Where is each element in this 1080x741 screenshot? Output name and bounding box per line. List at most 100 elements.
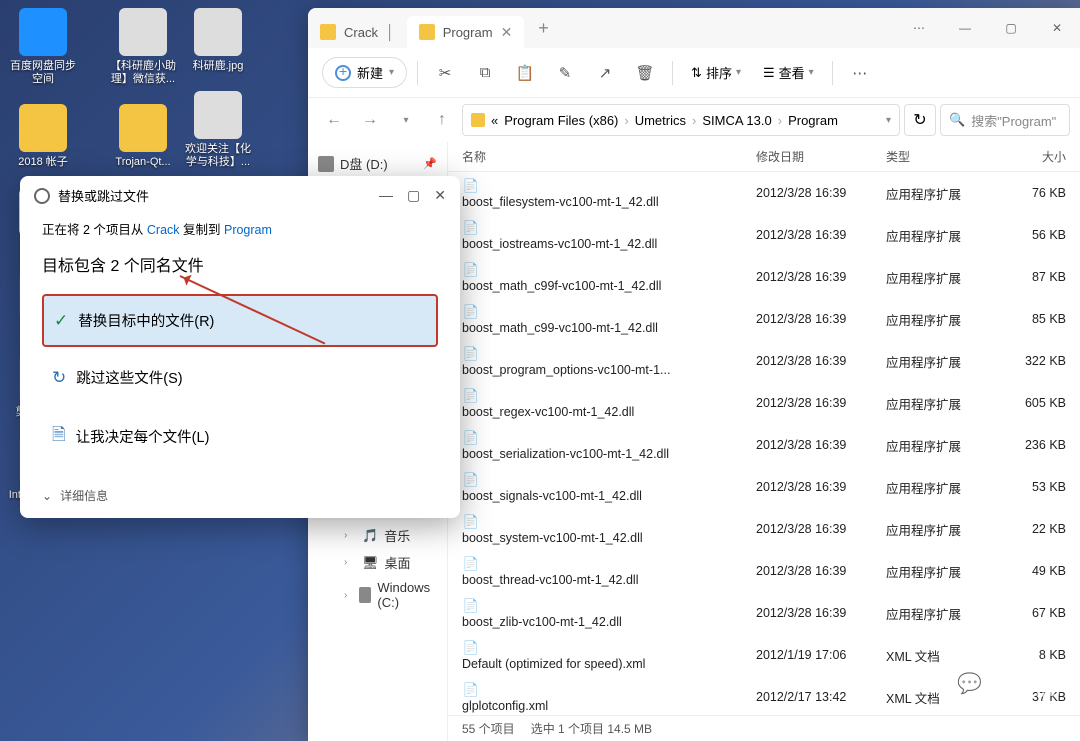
close-icon[interactable]: │ — [386, 24, 395, 40]
sidebar-item-winc[interactable]: ›Windows (C:) — [308, 576, 447, 614]
file-row[interactable]: 📄boost_serialization-vc100-mt-1_42.dll20… — [448, 424, 1080, 466]
chevron-down-icon[interactable]: ▾ — [886, 115, 891, 126]
sort-label: 排序 — [706, 63, 732, 82]
dialog-title: 替换或跳过文件 — [58, 186, 149, 205]
option-skip[interactable]: ↻ 跳过这些文件(S) — [42, 353, 438, 402]
desktop-icon[interactable]: 2018 帐子 — [8, 104, 78, 169]
col-type[interactable]: 类型 — [886, 148, 986, 165]
desktop-icon[interactable]: 科研鹿.jpg — [183, 8, 253, 73]
breadcrumb[interactable]: « Program Files (x86) › Umetrics › SIMCA… — [462, 104, 900, 136]
status-bar: 55 个项目 选中 1 个项目 14.5 MB — [448, 715, 1080, 741]
option-label: 替换目标中的文件(R) — [78, 310, 214, 331]
chevron-down-icon[interactable]: ▾ — [390, 104, 422, 136]
view-dropdown[interactable]: ☰ 查看 ▾ — [755, 59, 822, 86]
close-button[interactable]: ✕ — [434, 187, 446, 204]
bc-part[interactable]: Umetrics — [635, 113, 686, 128]
desktop-icon[interactable]: 欢迎关注【化学与科技】... — [183, 91, 253, 169]
sidebar-item-desktop[interactable]: ›🖥桌面 — [308, 549, 447, 576]
bc-part[interactable]: SIMCA 13.0 — [702, 113, 771, 128]
file-row[interactable]: 📄boost_regex-vc100-mt-1_42.dll2012/3/28 … — [448, 382, 1080, 424]
file-row[interactable]: 📄Default (optimized for speed).xml2012/1… — [448, 634, 1080, 676]
file-row[interactable]: 📄glplotconfig.xml2012/2/17 13:42XML 文档37… — [448, 676, 1080, 715]
col-date[interactable]: 修改日期 — [756, 148, 886, 165]
plus-icon — [335, 65, 351, 81]
tab-crack[interactable]: Crack │ — [308, 16, 407, 48]
minimize-button[interactable]: — — [379, 187, 393, 204]
file-row[interactable]: 📄boost_filesystem-vc100-mt-1_42.dll2012/… — [448, 172, 1080, 214]
bc-part[interactable]: Program Files (x86) — [504, 113, 618, 128]
status-items: 55 个项目 — [462, 720, 515, 737]
file-row[interactable]: 📄boost_thread-vc100-mt-1_42.dll2012/3/28… — [448, 550, 1080, 592]
file-row[interactable]: 📄boost_signals-vc100-mt-1_42.dll2012/3/2… — [448, 466, 1080, 508]
detail-label: 详细信息 — [60, 487, 108, 504]
back-button[interactable]: ← — [318, 104, 350, 136]
delete-button[interactable]: 🗑 — [628, 56, 662, 90]
tab-label: Crack — [344, 25, 378, 40]
file-row[interactable]: 📄boost_system-vc100-mt-1_42.dll2012/3/28… — [448, 508, 1080, 550]
toolbar: 新建 ▾ ✂ ⧉ 📋 ✎ ↗ 🗑 ⇅ 排序 ▾ ☰ 查看 ▾ ⋯ — [308, 48, 1080, 98]
search-input[interactable]: 🔍 搜索"Program" — [940, 104, 1070, 136]
refresh-button[interactable]: ↻ — [904, 104, 936, 136]
desktop-col3: 科研鹿.jpg 欢迎关注【化学与科技】... — [175, 0, 261, 196]
disk-icon — [359, 587, 371, 603]
search-placeholder: 搜索"Program" — [971, 111, 1056, 130]
pin-icon: 📌 — [423, 157, 437, 170]
new-tab-button[interactable]: + — [530, 18, 557, 39]
more-button[interactable]: ⋯ — [843, 56, 877, 90]
rename-button[interactable]: ✎ — [548, 56, 582, 90]
folder-icon — [471, 113, 485, 127]
copy-button[interactable]: ⧉ — [468, 56, 502, 90]
file-icon: 📄 — [462, 471, 480, 489]
close-icon[interactable]: ✕ — [501, 24, 513, 41]
file-pane: 名称 修改日期 类型 大小 📄boost_filesystem-vc100-mt… — [448, 142, 1080, 741]
file-icon: 📄 — [462, 261, 480, 279]
skip-icon: ↻ — [52, 368, 66, 388]
detail-toggle[interactable]: ⌄ 详细信息 — [20, 475, 460, 504]
navbar: ← → ▾ ↑ « Program Files (x86) › Umetrics… — [308, 98, 1080, 142]
minimize-button[interactable]: — — [942, 12, 988, 44]
file-row[interactable]: 📄boost_math_c99f-vc100-mt-1_42.dll2012/3… — [448, 256, 1080, 298]
file-icon: 📄 — [462, 597, 480, 615]
file-icon: 📄 — [462, 639, 480, 657]
disk-icon — [318, 156, 334, 172]
icon-label: Trojan-Qt... — [108, 156, 178, 169]
check-icon: ✓ — [54, 311, 68, 331]
icon-label: 欢迎关注【化学与科技】... — [183, 143, 253, 169]
folder-icon — [419, 24, 435, 40]
option-decide[interactable]: 🗎 让我决定每个文件(L) — [42, 408, 438, 465]
file-row[interactable]: 📄boost_program_options-vc100-mt-1...2012… — [448, 340, 1080, 382]
maximize-button[interactable]: ▢ — [407, 187, 420, 204]
more-icon[interactable]: ⋯ — [896, 12, 942, 44]
icon-label: 2018 帐子 — [8, 156, 78, 169]
desktop-icon[interactable]: Trojan-Qt... — [108, 104, 178, 169]
file-icon: 📄 — [462, 387, 480, 405]
cut-button[interactable]: ✂ — [428, 56, 462, 90]
tab-program[interactable]: Program ✕ — [407, 16, 525, 48]
paste-button[interactable]: 📋 — [508, 56, 542, 90]
close-button[interactable]: ✕ — [1034, 12, 1080, 44]
file-icon: 📄 — [462, 303, 480, 321]
file-icon: 📄 — [462, 177, 480, 195]
decide-icon: 🗎 — [52, 422, 66, 451]
new-button[interactable]: 新建 ▾ — [322, 57, 407, 88]
desktop-icon[interactable]: 百度网盘同步空间 — [8, 8, 78, 86]
maximize-button[interactable]: ▢ — [988, 12, 1034, 44]
app-icon — [19, 104, 67, 152]
bc-part[interactable]: Program — [788, 113, 838, 128]
share-button[interactable]: ↗ — [588, 56, 622, 90]
col-name[interactable]: 名称 — [462, 148, 756, 165]
desktop-icon[interactable]: 【科研鹿小助理】微信获... — [108, 8, 178, 86]
forward-button[interactable]: → — [354, 104, 386, 136]
app-icon — [119, 104, 167, 152]
file-row[interactable]: 📄boost_iostreams-vc100-mt-1_42.dll2012/3… — [448, 214, 1080, 256]
file-icon: 📄 — [462, 345, 480, 363]
sort-dropdown[interactable]: ⇅ 排序 ▾ — [683, 59, 749, 86]
icon-label: 【科研鹿小助理】微信获... — [108, 60, 178, 86]
col-size[interactable]: 大小 — [986, 148, 1066, 165]
up-button[interactable]: ↑ — [426, 104, 458, 136]
sidebar-item-disk-d[interactable]: D盘 (D:)📌 — [308, 150, 447, 177]
file-row[interactable]: 📄boost_zlib-vc100-mt-1_42.dll2012/3/28 1… — [448, 592, 1080, 634]
sidebar-item-music[interactable]: ›🎵音乐 — [308, 522, 447, 549]
new-label: 新建 — [357, 63, 383, 82]
file-row[interactable]: 📄boost_math_c99-vc100-mt-1_42.dll2012/3/… — [448, 298, 1080, 340]
